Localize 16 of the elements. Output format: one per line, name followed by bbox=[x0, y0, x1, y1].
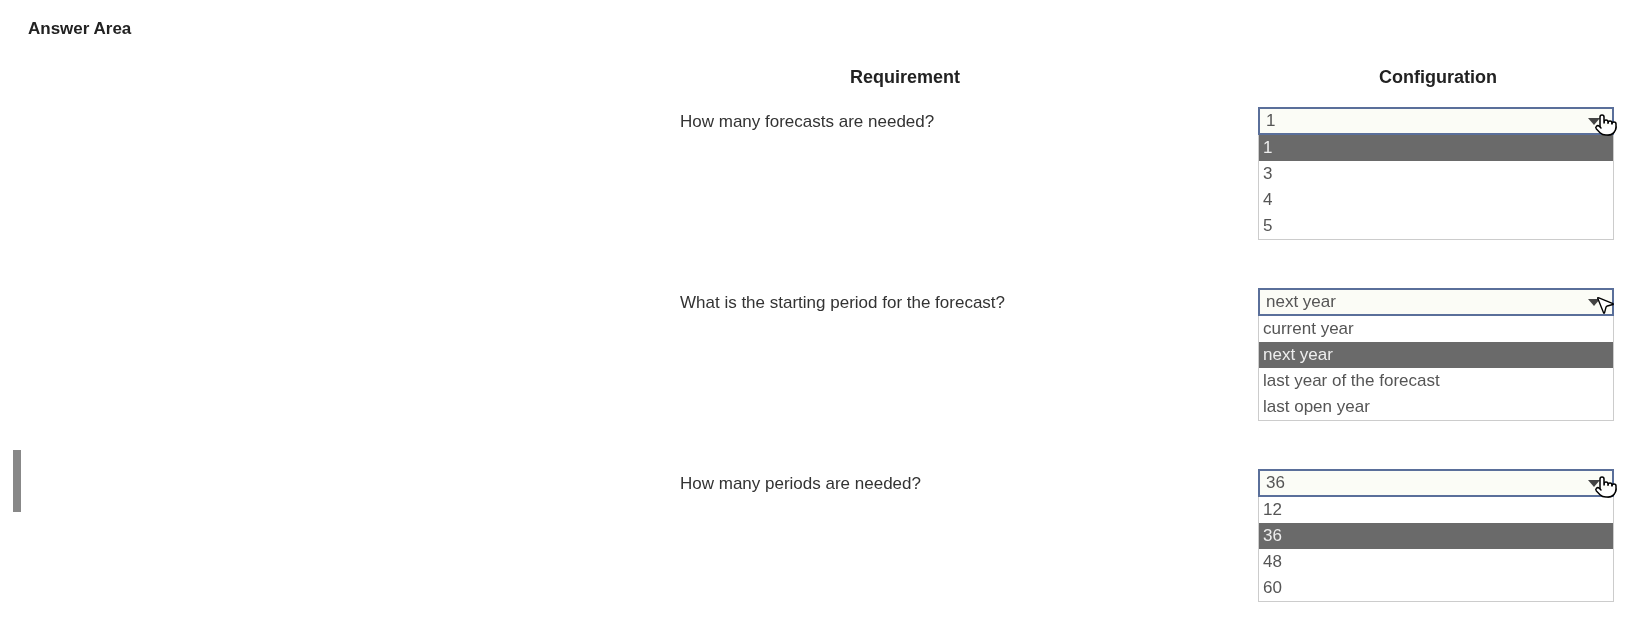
side-marker bbox=[13, 450, 21, 512]
question-text: How many forecasts are needed? bbox=[680, 112, 935, 131]
dropdown[interactable]: 1 bbox=[1258, 107, 1614, 135]
question-text: How many periods are needed? bbox=[680, 474, 921, 493]
hand-cursor-icon bbox=[1594, 113, 1618, 137]
dropdown[interactable]: next year bbox=[1258, 288, 1614, 316]
arrow-cursor-icon bbox=[1594, 294, 1616, 316]
dropdown-option[interactable]: 1 bbox=[1259, 135, 1613, 161]
column-heading: Configuration bbox=[1379, 67, 1497, 87]
hand-cursor-icon bbox=[1594, 475, 1618, 499]
dropdown[interactable]: 36 bbox=[1258, 469, 1614, 497]
answer-area-title: Answer Area bbox=[28, 18, 132, 40]
dropdown-option[interactable]: 36 bbox=[1259, 523, 1613, 549]
column-heading: Requirement bbox=[850, 67, 961, 87]
dropdown-option[interactable]: next year bbox=[1259, 342, 1613, 368]
question-text: What is the starting period for the forecast? bbox=[680, 293, 1006, 312]
